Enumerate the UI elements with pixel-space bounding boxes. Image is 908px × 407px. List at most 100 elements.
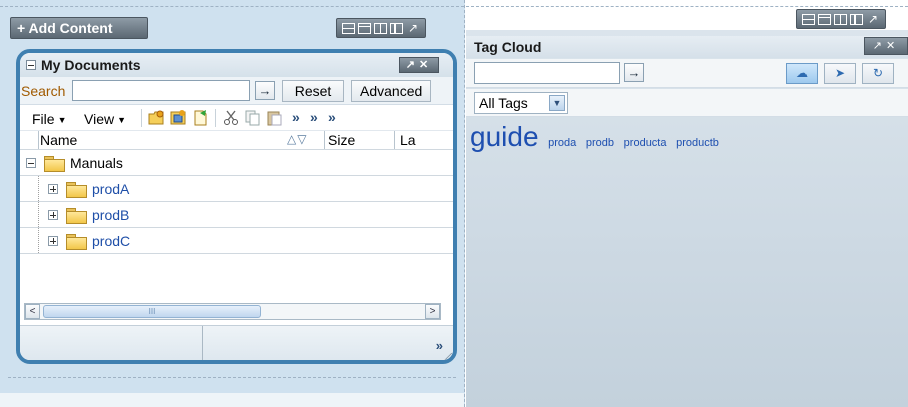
upload-document-icon[interactable] xyxy=(170,109,187,126)
column-name-header[interactable]: Name xyxy=(40,132,77,148)
toolbar-overflow-button[interactable]: » xyxy=(292,109,300,125)
portlet-title: My Documents xyxy=(41,57,141,73)
drop-zone-border xyxy=(0,6,464,7)
cut-icon[interactable] xyxy=(223,109,240,126)
folder-name[interactable]: prodC xyxy=(92,233,130,249)
tag-cloud-title: Tag Cloud xyxy=(466,36,908,58)
layout-controls: ↗ xyxy=(336,18,426,38)
table-row[interactable]: prodB xyxy=(20,202,453,228)
search-label: Search xyxy=(21,83,66,99)
edit-layout-icon[interactable]: ↗ xyxy=(866,12,880,26)
add-content-button[interactable]: + Add Content xyxy=(10,17,148,39)
portlet-window-controls[interactable]: ↗✕ xyxy=(399,57,439,73)
new-document-icon[interactable] xyxy=(192,109,209,126)
layout-sidebar-icon[interactable] xyxy=(390,22,403,34)
toolbar-overflow-button[interactable]: » xyxy=(310,109,318,125)
toolbar-divider xyxy=(141,109,142,127)
tag-link[interactable]: prodb xyxy=(586,137,614,149)
layout-rows-icon[interactable] xyxy=(342,22,355,34)
column-size-header[interactable]: Size xyxy=(328,132,355,148)
layout-columns-icon[interactable] xyxy=(834,13,847,25)
expand-icon[interactable] xyxy=(48,236,58,246)
toolbar-overflow-button[interactable]: » xyxy=(328,109,336,125)
toolbar-divider xyxy=(215,109,216,127)
tag-link[interactable]: productb xyxy=(676,137,719,149)
folder-icon xyxy=(66,208,87,224)
view-menu[interactable]: View ▼ xyxy=(84,111,126,127)
sort-arrows-icon[interactable]: △▽ xyxy=(287,132,307,146)
collapse-icon[interactable] xyxy=(26,60,36,70)
tag-filter-select[interactable]: All Tags ▼ xyxy=(474,92,568,114)
tree-guide-line xyxy=(38,228,39,253)
layout-rows-icon[interactable] xyxy=(802,13,815,25)
layout-columns-icon[interactable] xyxy=(374,22,387,34)
collapse-icon[interactable] xyxy=(26,158,36,168)
folder-icon xyxy=(66,182,87,198)
tag-link[interactable]: proda xyxy=(548,137,576,149)
cloud-view-icon[interactable]: ☁ xyxy=(786,63,818,84)
portlet-header: My Documents ↗✕ xyxy=(20,53,453,77)
table-header: Name △▽ Size La xyxy=(20,131,453,150)
advanced-search-button[interactable]: Advanced xyxy=(351,80,431,102)
search-bar: Search → Reset Advanced xyxy=(20,77,453,105)
tag-add-icon[interactable]: ➤ xyxy=(824,63,856,84)
resize-grip-icon[interactable] xyxy=(442,353,452,360)
tag-refresh-icon[interactable]: ↻ xyxy=(862,63,894,84)
scroll-thumb[interactable]: III xyxy=(43,305,261,318)
tag-cloud-area: guide proda prodb producta productb xyxy=(470,120,719,154)
folder-name[interactable]: prodB xyxy=(92,207,129,223)
table-row[interactable]: prodC xyxy=(20,228,453,254)
horizontal-scrollbar[interactable]: < III > xyxy=(24,303,441,320)
chevron-down-icon[interactable]: ▼ xyxy=(549,95,565,111)
portlet-window-controls[interactable]: ↗✕ xyxy=(864,37,908,55)
layout-header-icon[interactable] xyxy=(358,22,371,34)
drop-zone-border xyxy=(466,6,908,7)
copy-icon[interactable] xyxy=(244,109,261,126)
tag-search-bar: → ☁ ➤ ↻ xyxy=(466,59,908,88)
tag-search-go-button[interactable]: → xyxy=(624,63,644,82)
column-last-modified-header[interactable]: La xyxy=(400,132,416,148)
chevron-down-icon: ▼ xyxy=(117,115,127,125)
file-menu[interactable]: File ▼ xyxy=(32,111,66,127)
column-divider xyxy=(394,131,395,149)
folder-icon xyxy=(66,234,87,250)
layout-header-icon[interactable] xyxy=(818,13,831,25)
search-input[interactable] xyxy=(72,80,250,101)
folder-icon xyxy=(44,156,65,172)
document-toolbar: File ▼ View ▼ » » » xyxy=(20,105,453,131)
right-column: ↗ Tag Cloud ↗✕ → ☁ ➤ ↻ All Tags ▼ guide … xyxy=(466,0,908,407)
column-divider xyxy=(324,131,325,149)
view-menu-label: View xyxy=(84,111,115,127)
my-documents-portlet: My Documents ↗✕ Search → Reset Advanced … xyxy=(16,49,457,364)
folder-name[interactable]: Manuals xyxy=(70,155,123,171)
tag-link[interactable]: producta xyxy=(624,137,667,149)
search-go-button[interactable]: → xyxy=(255,81,275,100)
chevron-down-icon: ▼ xyxy=(57,115,67,125)
paste-icon[interactable] xyxy=(266,109,283,126)
tag-link[interactable]: guide xyxy=(470,121,539,152)
drop-zone-border xyxy=(8,377,456,378)
folder-name[interactable]: prodA xyxy=(92,181,129,197)
left-column: + Add Content ↗ My Documents ↗✕ Search →… xyxy=(0,0,465,407)
file-menu-label: File xyxy=(32,111,55,127)
column-divider xyxy=(38,131,39,149)
expand-icon[interactable] xyxy=(48,184,58,194)
status-divider xyxy=(202,326,203,360)
tag-filter-value: All Tags xyxy=(479,95,528,111)
scroll-right-button[interactable]: > xyxy=(425,304,440,319)
edit-layout-icon[interactable]: ↗ xyxy=(406,21,420,35)
new-folder-icon[interactable] xyxy=(148,109,165,126)
reset-button[interactable]: Reset xyxy=(282,80,344,102)
layout-sidebar-icon[interactable] xyxy=(850,13,863,25)
footer-strip xyxy=(0,393,464,407)
tag-filter-bar: All Tags ▼ xyxy=(466,89,908,117)
table-row[interactable]: prodA xyxy=(20,176,453,202)
status-more-button[interactable]: » xyxy=(436,338,443,353)
layout-controls: ↗ xyxy=(796,9,886,29)
scroll-left-button[interactable]: < xyxy=(25,304,40,319)
expand-icon[interactable] xyxy=(48,210,58,220)
tree-guide-line xyxy=(38,176,39,201)
tree-guide-line xyxy=(38,202,39,227)
tag-search-input[interactable] xyxy=(474,62,620,84)
table-row[interactable]: Manuals xyxy=(20,150,453,176)
